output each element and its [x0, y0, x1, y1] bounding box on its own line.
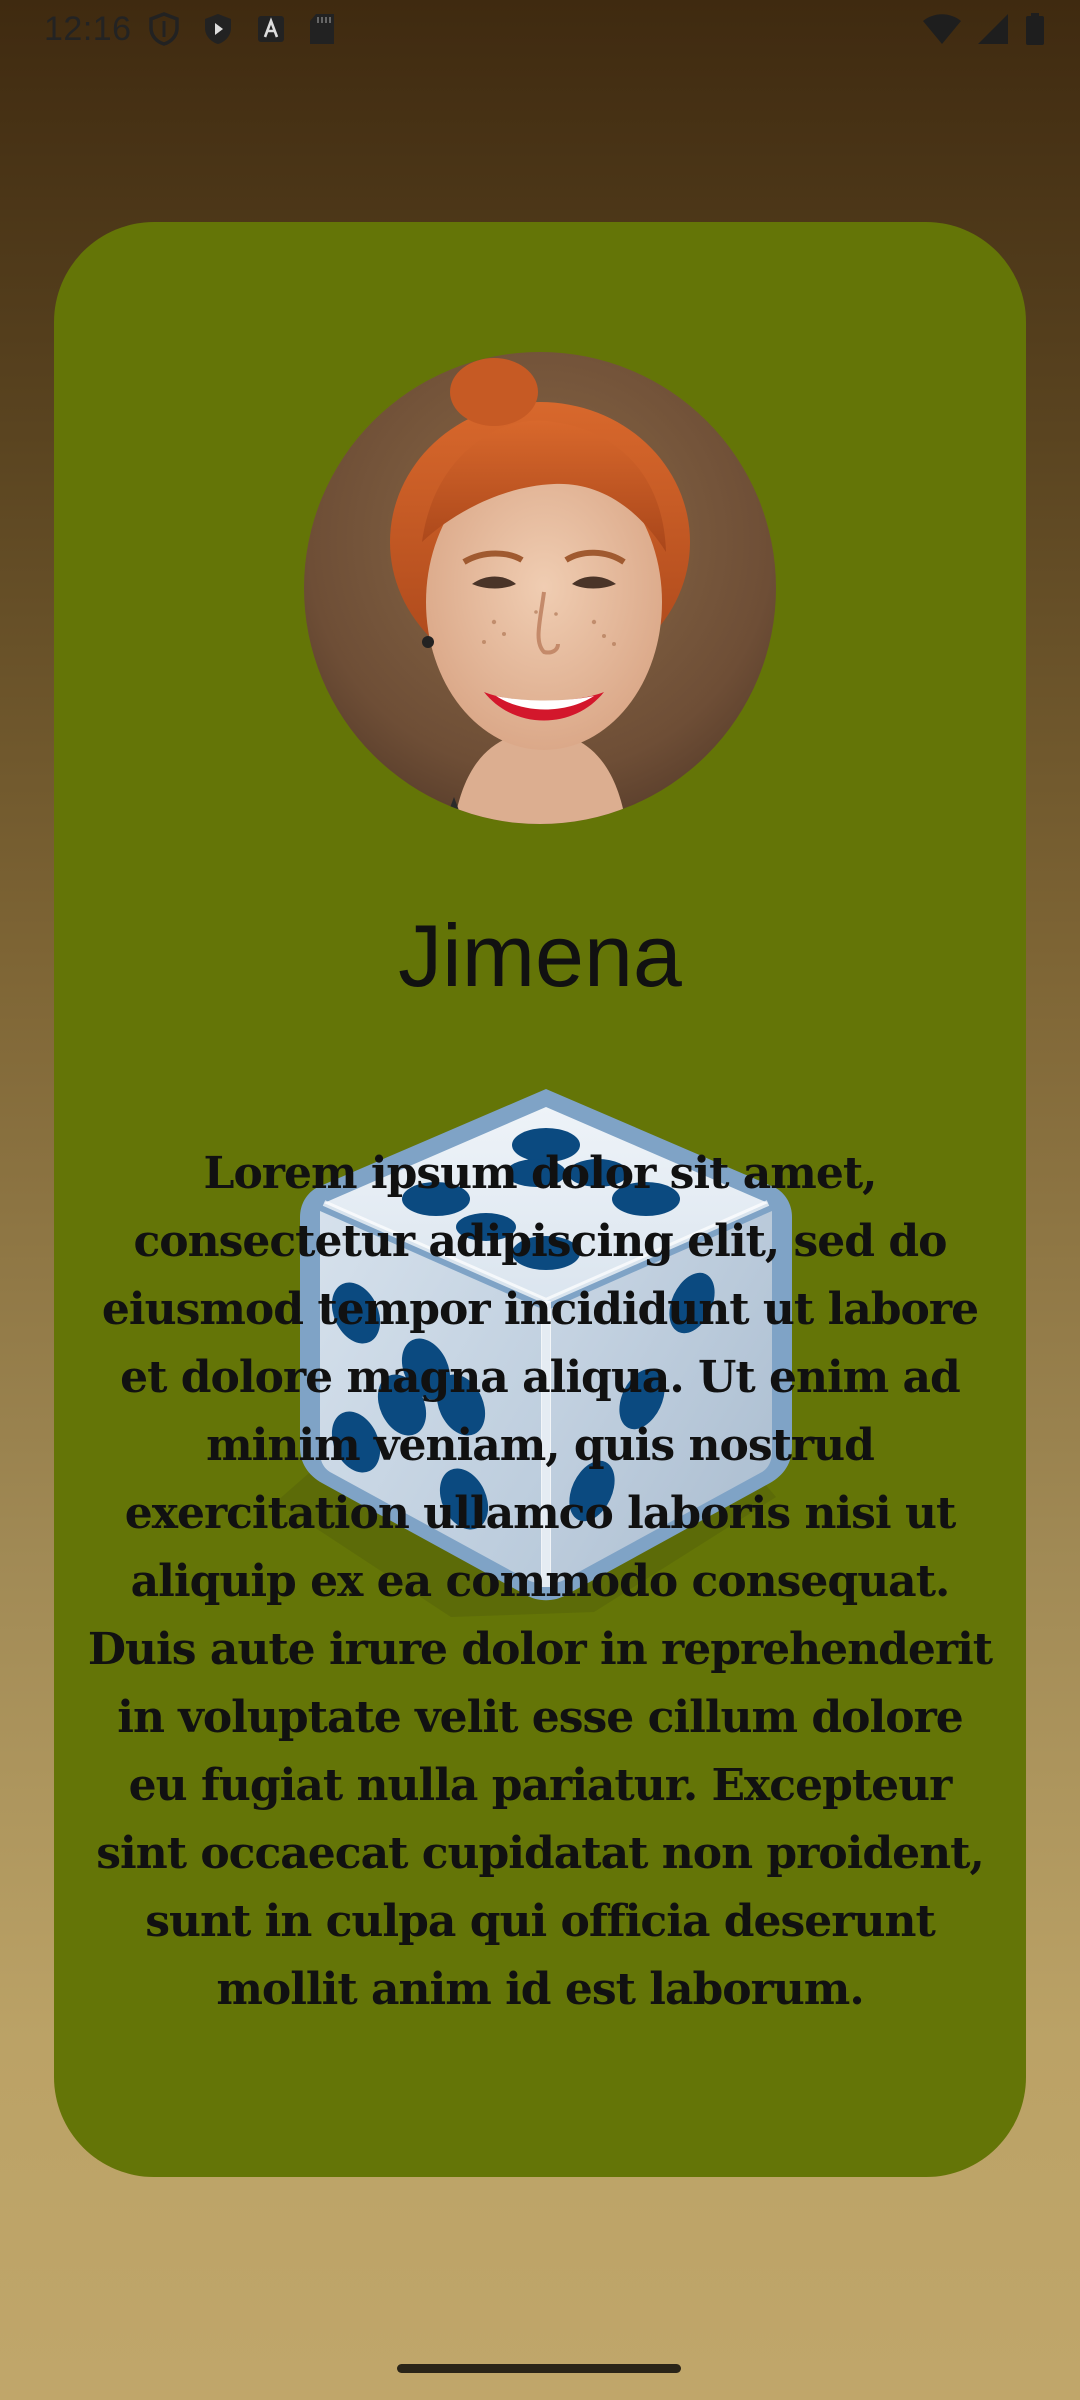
status-icons-left	[148, 12, 336, 46]
gesture-navigation-bar[interactable]	[397, 2364, 681, 2373]
status-bar: 12:16	[0, 0, 1080, 64]
avatar-photo	[304, 352, 776, 824]
android-a-icon	[258, 16, 284, 42]
status-time: 12:16	[44, 10, 132, 48]
status-icons-right	[922, 12, 1046, 46]
vpn-shield-icon	[149, 12, 179, 46]
profile-description: Lorem ipsum dolor sit amet, consectetur …	[87, 1148, 993, 2015]
avatar	[304, 352, 776, 824]
profile-name: Jimena	[398, 906, 682, 1005]
cell-signal-icon	[978, 14, 1008, 44]
profile-card: Jimena Lorem ipsum dolor sit amet, conse…	[54, 222, 1026, 2177]
wifi-icon	[923, 14, 961, 44]
shield-play-icon	[205, 14, 231, 44]
sd-card-icon	[310, 14, 334, 44]
battery-icon	[1026, 13, 1044, 45]
